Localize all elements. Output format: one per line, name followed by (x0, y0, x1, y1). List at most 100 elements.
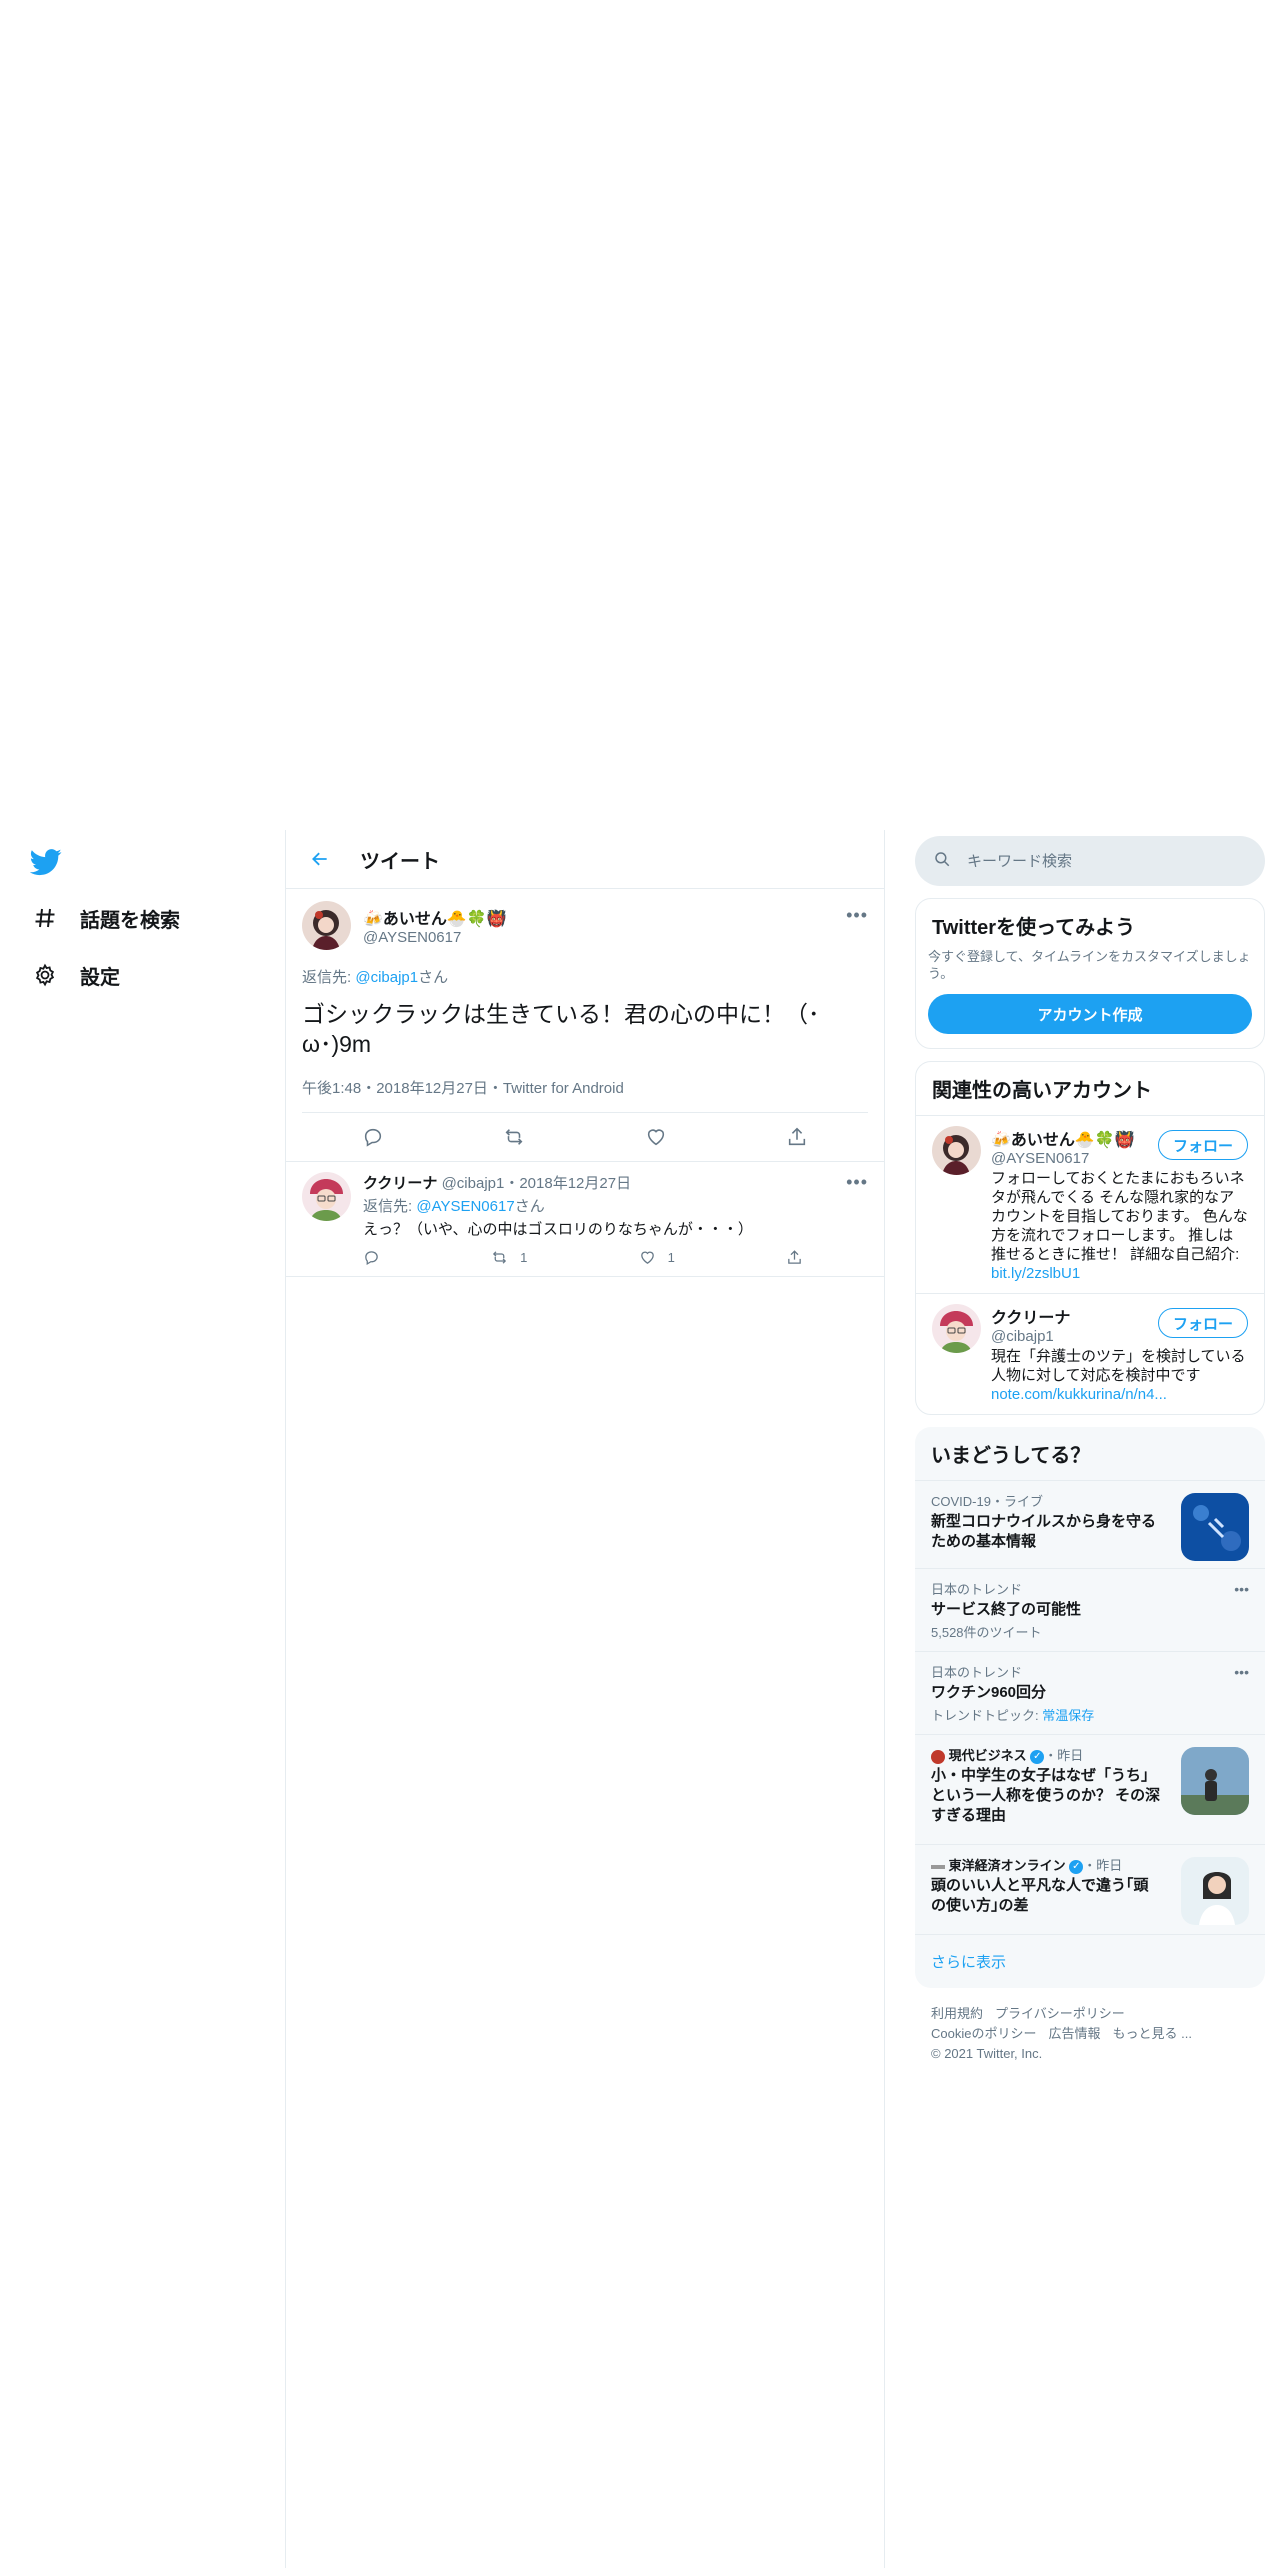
footer-more-link[interactable]: もっと見る ... (1112, 2026, 1191, 2041)
twitter-logo-icon[interactable] (29, 846, 62, 878)
nav-explore[interactable]: 話題を検索 (32, 898, 180, 938)
page-title: ツイート (360, 850, 440, 873)
tweet-text: ゴシックラックは生きている！君の心の中に！（･ω･)9m (302, 1001, 820, 1057)
hashtag-icon (32, 905, 58, 931)
nav-settings-label: 設定 (80, 966, 120, 989)
verified-icon: ✓ (1030, 1749, 1045, 1764)
account-bio-link[interactable]: note.com/kukkurina/n/n4... (991, 1386, 1167, 1403)
relevant-accounts-card: 関連性の高いアカウント 🍻あいせん🐣🍀👹 @AYSEN0617 フォローしておく… (915, 1061, 1265, 1415)
trend-item[interactable]: 日本のトレンド ワクチン960回分 トレンドトピック: 常温保存 ••• (915, 1651, 1265, 1734)
like-button[interactable]: 1 (639, 1249, 675, 1266)
trend-item[interactable]: 現代ビジネス ✓ ・昨日 小・中学生の女子はなぜ「うち」という一人称を使うのか？ … (915, 1734, 1265, 1844)
reply-icon[interactable] (362, 1126, 384, 1148)
share-icon[interactable] (786, 1126, 808, 1148)
footer-cookies-link[interactable]: Cookieのポリシー (931, 2026, 1036, 2041)
trend-meta: 日本のトレンド (931, 1582, 1023, 1597)
follow-button[interactable]: フォロー (1157, 1308, 1248, 1338)
author-name[interactable]: 🍻あいせん🐣🍀👹 (363, 905, 507, 929)
reply-prefix: 返信先: (302, 969, 356, 986)
search-input[interactable] (967, 852, 1227, 870)
more-options-icon[interactable]: ••• (1234, 1581, 1249, 1597)
tweet-actions (302, 1113, 868, 1161)
account-bio: 現在「弁護士のツテ」を検討している人物に対して対応を検討中です note.com/… (991, 1347, 1248, 1404)
create-account-button[interactable]: アカウント作成 (928, 994, 1252, 1034)
back-arrow-icon[interactable] (302, 841, 338, 877)
trend-thumbnail (1181, 1493, 1249, 1561)
like-count: 1 (667, 1250, 675, 1265)
signup-description: 今すぐ登録して、タイムラインをカスタマイズしましょう。 (928, 949, 1251, 981)
source-time: ・昨日 (1083, 1858, 1123, 1873)
follow-button[interactable]: フォロー (1157, 1130, 1248, 1160)
reply-to-line: 返信先: @cibajp1さん (302, 966, 868, 987)
tweet-timestamp[interactable]: 午後1:48・2018年12月27日・Twitter for Android (302, 1077, 868, 1113)
author-handle[interactable]: @AYSEN0617 (363, 929, 507, 946)
search-box[interactable] (915, 836, 1265, 886)
search-icon (933, 850, 951, 873)
footer-ads-link[interactable]: 広告情報 (1048, 2026, 1100, 2041)
reply-to-line: 返信先: @AYSEN0617さん (363, 1195, 868, 1216)
source-time: ・昨日 (1044, 1748, 1084, 1763)
trend-topic: トレンドトピック: 常温保存 (931, 1705, 1249, 1724)
trend-item[interactable]: COVID-19・ライブ 新型コロナウイルスから身を守るための基本情報 (915, 1480, 1265, 1568)
verified-icon: ✓ (1069, 1859, 1084, 1874)
more-options-icon[interactable]: ••• (1234, 1664, 1249, 1680)
avatar[interactable] (302, 901, 351, 950)
main-column: ツイート 🍻あいせん🐣🍀👹 @AYSEN0617 ••• 返信先: @cibaj… (285, 830, 885, 2568)
retweet-button[interactable]: 1 (491, 1249, 527, 1266)
publisher-logo-icon (931, 1864, 945, 1869)
share-icon[interactable] (786, 1249, 803, 1266)
reply-to-user-link[interactable]: @cibajp1 (355, 969, 418, 986)
reply-text: えっ？（いや、心の中はゴスロリのりなちゃんが・・・） (363, 1221, 753, 1238)
more-options-icon[interactable]: ••• (846, 1172, 868, 1193)
nav-settings[interactable]: 設定 (32, 955, 120, 995)
signup-card: Twitterを使ってみよう 今すぐ登録して、タイムラインをカスタマイズしましょ… (915, 898, 1265, 1049)
retweet-icon[interactable] (503, 1126, 525, 1148)
account-bio-text: 現在「弁護士のツテ」を検討している人物に対して対応を検討中です (991, 1348, 1246, 1384)
more-options-icon[interactable]: ••• (846, 905, 868, 926)
account-bio: フォローしておくとたまにおもろいネタが飛んでくる そんな隠れ家的なアカウントを目… (991, 1169, 1248, 1283)
main-tweet: 🍻あいせん🐣🍀👹 @AYSEN0617 ••• 返信先: @cibajp1さん … (286, 889, 884, 1162)
reply-date[interactable]: ・2018年12月27日 (504, 1175, 631, 1192)
relevant-accounts-title: 関連性の高いアカウント (932, 1080, 1152, 1102)
account-row[interactable]: ククリーナ @cibajp1 現在「弁護士のツテ」を検討している人物に対して対応… (916, 1293, 1264, 1414)
like-icon[interactable] (645, 1126, 667, 1148)
reply-to-user-link[interactable]: @AYSEN0617 (416, 1198, 514, 1215)
account-row[interactable]: 🍻あいせん🐣🍀👹 @AYSEN0617 フォローしておくとたまにおもろいネタが飛… (916, 1115, 1264, 1293)
reply-prefix: 返信先: (363, 1198, 417, 1215)
trends-card: いまどうしてる？ COVID-19・ライブ 新型コロナウイルスから身を守るための… (915, 1427, 1265, 1988)
trend-topic-link[interactable]: 常温保存 (1042, 1708, 1094, 1723)
trend-title: ワクチン960回分 (931, 1684, 1047, 1701)
account-bio-link[interactable]: bit.ly/2zslbU1 (991, 1265, 1080, 1282)
trend-item[interactable]: 東洋経済オンライン ✓ ・昨日 頭のいい人と平凡な人で違う｢頭の使い方｣の差 (915, 1844, 1265, 1934)
retweet-icon (493, 1251, 507, 1264)
footer-terms-link[interactable]: 利用規約 (931, 2006, 983, 2021)
trend-title: 新型コロナウイルスから身を守るための基本情報 (931, 1513, 1157, 1550)
avatar[interactable] (932, 1126, 981, 1175)
trend-thumbnail (1181, 1857, 1249, 1925)
trend-tweet-count: 5,528件のツイート (931, 1625, 1042, 1640)
right-sidebar: Twitterを使ってみよう 今すぐ登録して、タイムラインをカスタマイズしましょ… (915, 836, 1265, 2080)
gear-icon (32, 962, 58, 988)
like-icon (640, 1251, 654, 1264)
avatar[interactable] (302, 1172, 351, 1221)
reply-tweet[interactable]: ククリーナ @cibajp1・2018年12月27日 返信先: @AYSEN06… (286, 1162, 884, 1277)
footer-privacy-link[interactable]: プライバシーポリシー (995, 2006, 1125, 2021)
trend-title: 頭のいい人と平凡な人で違う｢頭の使い方｣の差 (931, 1877, 1149, 1914)
trend-item[interactable]: 日本のトレンド サービス終了の可能性 5,528件のツイート ••• (915, 1568, 1265, 1651)
reply-author-name[interactable]: ククリーナ (363, 1175, 437, 1192)
avatar[interactable] (932, 1304, 981, 1353)
trend-meta: 日本のトレンド (931, 1665, 1023, 1680)
trend-title: 小・中学生の女子はなぜ「うち」という一人称を使うのか？ その深すぎる理由 (931, 1767, 1161, 1824)
publisher-logo-icon (931, 1749, 945, 1764)
signup-title: Twitterを使ってみよう (932, 917, 1136, 939)
footer: 利用規約 プライバシーポリシー Cookieのポリシー 広告情報 もっと見る ... … (915, 1988, 1265, 2080)
reply-icon[interactable] (363, 1249, 380, 1266)
reply-author-handle[interactable]: @cibajp1 (442, 1175, 505, 1192)
retweet-count: 1 (520, 1250, 528, 1265)
reply-actions: 1 1 (363, 1249, 803, 1266)
trend-topic-prefix: トレンドトピック: (931, 1708, 1043, 1723)
source-name: 現代ビジネス (948, 1748, 1027, 1763)
account-bio-text: フォローしておくとたまにおもろいネタが飛んでくる そんな隠れ家的なアカウントを目… (991, 1170, 1248, 1263)
trend-title: サービス終了の可能性 (931, 1601, 1082, 1618)
show-more-link[interactable]: さらに表示 (915, 1934, 1265, 1988)
